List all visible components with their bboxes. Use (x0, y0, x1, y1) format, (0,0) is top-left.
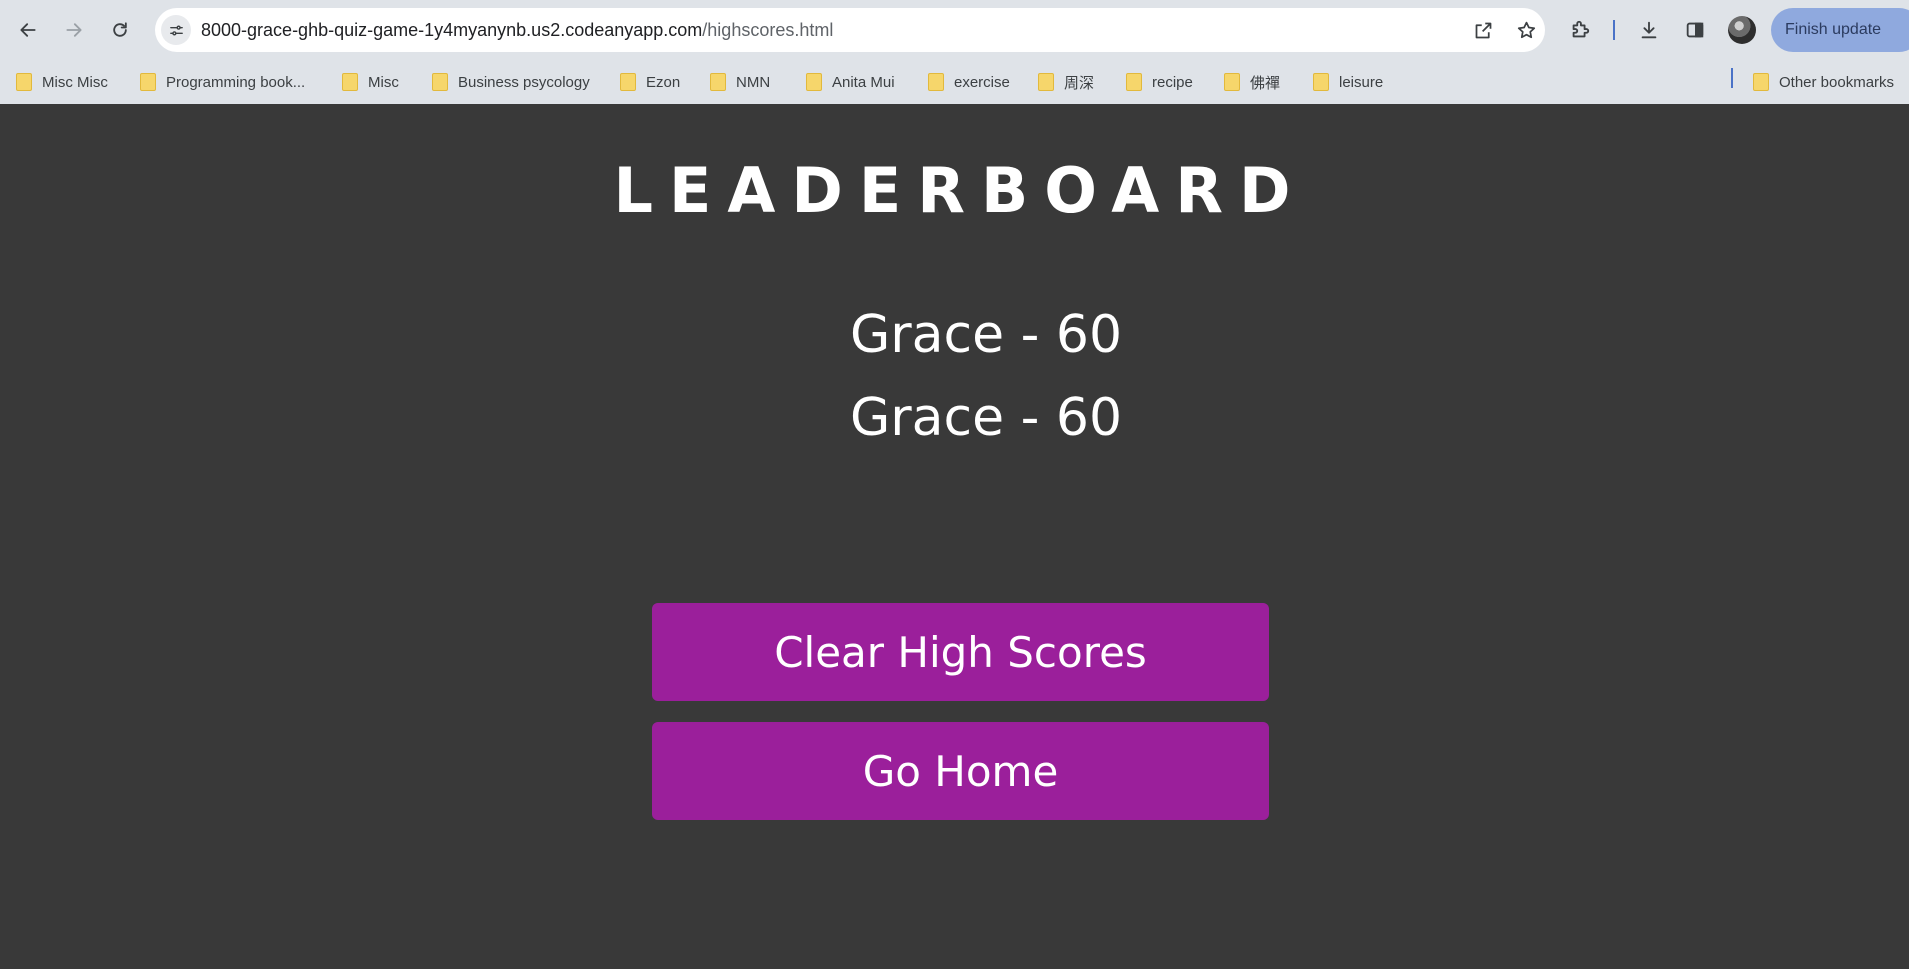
folder-icon (1753, 73, 1769, 91)
bookmark-label: Anita Mui (832, 73, 895, 91)
folder-icon (620, 73, 636, 91)
share-icon (1475, 22, 1491, 38)
folder-icon (1126, 73, 1142, 91)
bookmark-folder[interactable]: leisure (1313, 70, 1383, 94)
bookmark-folder[interactable]: Business psycology (432, 70, 590, 94)
highscore-entry: Grace - 60 (849, 388, 1123, 448)
address-bar[interactable]: 8000-grace-ghb-quiz-game-1y4myanynb.us2.… (155, 8, 1545, 52)
bookmark-folder[interactable]: recipe (1126, 70, 1193, 94)
folder-icon (1313, 73, 1329, 91)
bookmark-folder[interactable]: Programming book... (140, 70, 305, 94)
url-text[interactable]: 8000-grace-ghb-quiz-game-1y4myanynb.us2.… (201, 20, 833, 41)
downloads-button[interactable] (1634, 15, 1664, 45)
url-host: 8000-grace-ghb-quiz-game-1y4myanynb.us2.… (201, 20, 703, 40)
reload-icon (113, 22, 127, 37)
bookmark-label: Programming book... (166, 73, 306, 91)
bookmark-label: Misc (368, 73, 399, 91)
highscore-list: Grace - 60 Grace - 60 (0, 294, 1909, 460)
folder-icon (16, 73, 32, 91)
bookmark-label: Misc Misc (42, 73, 108, 91)
bookmarks-bar: Misc Misc Programming book... Misc Busin… (0, 60, 1909, 104)
folder-icon (342, 73, 358, 91)
go-home-button[interactable]: Go Home (652, 722, 1269, 820)
profile-avatar[interactable] (1728, 16, 1756, 44)
page-title: LEADERBOARD (613, 154, 1307, 227)
folder-icon (710, 73, 726, 91)
bookmark-label: NMN (736, 73, 771, 91)
bookmark-label: recipe (1152, 73, 1193, 91)
side-panel-icon (1686, 22, 1704, 38)
puzzle-icon (1572, 20, 1590, 38)
bookmark-folder[interactable]: Misc Misc (16, 70, 108, 94)
bookmark-label: Business psycology (458, 73, 590, 91)
bookmark-folder[interactable]: Anita Mui (806, 70, 895, 94)
browser-toolbar: 8000-grace-ghb-quiz-game-1y4myanynb.us2.… (0, 0, 1909, 60)
bookmark-star-button[interactable] (1514, 18, 1538, 42)
bookmark-label: 周深 (1064, 74, 1095, 92)
download-icon (1641, 21, 1657, 39)
bookmark-folder[interactable]: 周深 (1038, 70, 1094, 94)
bookmark-folder[interactable]: Ezon (620, 70, 680, 94)
tune-icon (169, 25, 183, 35)
site-info-button[interactable] (161, 15, 191, 45)
star-icon (1517, 21, 1535, 38)
reload-button[interactable] (102, 12, 138, 48)
bookmarks-divider (1731, 68, 1733, 88)
highscore-entry: Grace - 60 (849, 305, 1123, 365)
bookmark-label: leisure (1339, 73, 1384, 91)
browser-chrome: 8000-grace-ghb-quiz-game-1y4myanynb.us2.… (0, 0, 1909, 104)
extensions-button[interactable] (1565, 15, 1595, 45)
bookmark-folder[interactable]: 佛禪 (1224, 70, 1280, 94)
share-button[interactable] (1471, 18, 1495, 42)
side-panel-button[interactable] (1680, 15, 1710, 45)
folder-icon (432, 73, 448, 91)
folder-icon (1038, 73, 1054, 91)
bookmark-folder[interactable]: NMN (710, 70, 770, 94)
arrow-right-icon (66, 23, 82, 37)
clear-high-scores-button[interactable]: Clear High Scores (652, 603, 1269, 701)
arrow-left-icon (20, 23, 36, 37)
page-content: LEADERBOARD Grace - 60 Grace - 60 Clear … (0, 104, 1909, 969)
folder-icon (928, 73, 944, 91)
folder-icon (1224, 73, 1240, 91)
toolbar-divider (1613, 20, 1615, 40)
bookmark-folder[interactable]: Misc (342, 70, 399, 94)
bookmark-folder[interactable]: exercise (928, 70, 1010, 94)
bookmark-label: 佛禪 (1250, 74, 1281, 92)
folder-icon (806, 73, 822, 91)
folder-icon (140, 73, 156, 91)
bookmark-label: exercise (954, 73, 1010, 91)
back-button[interactable] (10, 12, 46, 48)
finish-update-button[interactable]: Finish update (1771, 8, 1909, 52)
bookmark-label: Other bookmarks (1779, 73, 1895, 91)
url-path: /highscores.html (702, 20, 834, 40)
other-bookmarks-folder[interactable]: Other bookmarks (1753, 70, 1894, 94)
forward-button[interactable] (56, 12, 92, 48)
bookmark-label: Ezon (646, 73, 681, 91)
